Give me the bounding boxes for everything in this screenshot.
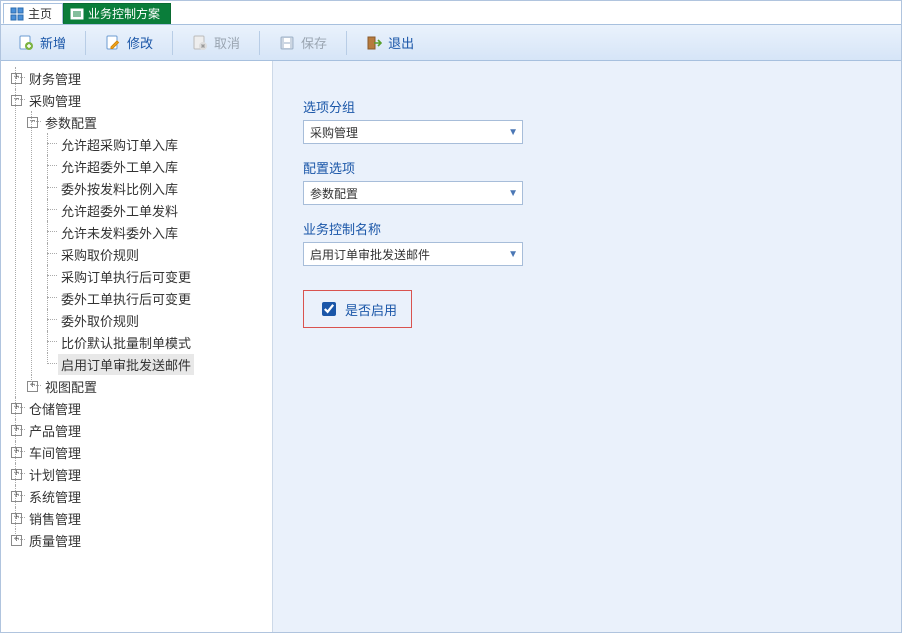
tree-leaf[interactable]: 比价默认批量制单模式 <box>43 331 272 353</box>
tab-active-label: 业务控制方案 <box>88 5 160 22</box>
option-label: 配置选项 <box>303 158 871 177</box>
tree-leaf[interactable]: 委外按发料比例入库 <box>43 177 272 199</box>
add-icon <box>18 35 34 51</box>
tree-node-purchase[interactable]: −采购管理 <box>11 89 272 111</box>
option-value: 参数配置 <box>310 185 358 202</box>
expand-icon[interactable]: + <box>11 469 22 480</box>
chevron-down-icon: ▼ <box>508 127 518 138</box>
edit-label: 修改 <box>127 33 153 52</box>
tab-home-label: 主页 <box>28 5 52 22</box>
chevron-down-icon: ▼ <box>508 249 518 260</box>
expand-icon[interactable]: + <box>11 491 22 502</box>
collapse-icon[interactable]: − <box>11 95 22 106</box>
save-button[interactable]: 保存 <box>268 28 338 57</box>
tab-strip: 主页 业务控制方案 <box>1 1 901 25</box>
toolbar-separator <box>85 31 86 55</box>
expand-icon[interactable]: + <box>27 381 38 392</box>
tree-node-product[interactable]: +产品管理 <box>11 419 272 441</box>
main-area: +财务管理 −采购管理 −参数配置 允许超采购订单入库 允许超委外工单入库 委外… <box>1 61 901 632</box>
tree-leaf[interactable]: 采购取价规则 <box>43 243 272 265</box>
cancel-label: 取消 <box>214 33 240 52</box>
content-pane: 选项分组 采购管理 ▼ 配置选项 参数配置 ▼ 业务控制名称 启用订单审批发送邮… <box>273 61 901 632</box>
expand-icon[interactable]: + <box>11 447 22 458</box>
toolbar: 新增 修改 取消 保存 退出 <box>1 25 901 61</box>
tree-node-plan[interactable]: +计划管理 <box>11 463 272 485</box>
tree-leaf-selected[interactable]: 启用订单审批发送邮件 <box>43 353 272 375</box>
tree-leaf[interactable]: 允许超采购订单入库 <box>43 133 272 155</box>
toolbar-separator <box>346 31 347 55</box>
name-value: 启用订单审批发送邮件 <box>310 246 430 263</box>
group-combo[interactable]: 采购管理 ▼ <box>303 120 523 144</box>
chevron-down-icon: ▼ <box>508 188 518 199</box>
tree-node-param-config[interactable]: −参数配置 <box>27 111 272 133</box>
tree-leaf[interactable]: 采购订单执行后可变更 <box>43 265 272 287</box>
tree-leaf[interactable]: 允许超委外工单入库 <box>43 155 272 177</box>
tree-leaf[interactable]: 委外取价规则 <box>43 309 272 331</box>
edit-icon <box>105 35 121 51</box>
expand-icon[interactable]: + <box>11 73 22 84</box>
tree-leaf[interactable]: 允许未发料委外入库 <box>43 221 272 243</box>
toolbar-separator <box>259 31 260 55</box>
enabled-checkbox[interactable] <box>322 302 336 316</box>
expand-icon[interactable]: + <box>11 403 22 414</box>
expand-icon[interactable]: + <box>11 425 22 436</box>
collapse-icon[interactable]: − <box>27 117 38 128</box>
toolbar-separator <box>172 31 173 55</box>
edit-button[interactable]: 修改 <box>94 28 164 57</box>
module-icon <box>10 7 24 21</box>
cancel-icon <box>192 35 208 51</box>
tree-node-view-config[interactable]: +视图配置 <box>27 375 272 397</box>
tab-home[interactable]: 主页 <box>3 3 63 24</box>
tree-node-warehouse[interactable]: +仓储管理 <box>11 397 272 419</box>
tree-node-finance[interactable]: +财务管理 <box>11 67 272 89</box>
save-label: 保存 <box>301 33 327 52</box>
tree-node-workshop[interactable]: +车间管理 <box>11 441 272 463</box>
group-value: 采购管理 <box>310 124 358 141</box>
tree-pane[interactable]: +财务管理 −采购管理 −参数配置 允许超采购订单入库 允许超委外工单入库 委外… <box>1 61 273 632</box>
save-icon <box>279 35 295 51</box>
exit-button[interactable]: 退出 <box>355 28 425 57</box>
tree-leaf[interactable]: 允许超委外工单发料 <box>43 199 272 221</box>
option-combo[interactable]: 参数配置 ▼ <box>303 181 523 205</box>
add-label: 新增 <box>40 33 66 52</box>
tree-leaf[interactable]: 委外工单执行后可变更 <box>43 287 272 309</box>
expand-icon[interactable]: + <box>11 513 22 524</box>
exit-label: 退出 <box>388 33 414 52</box>
enabled-checkbox-group: 是否启用 <box>303 290 412 328</box>
cancel-button[interactable]: 取消 <box>181 28 251 57</box>
expand-icon[interactable]: + <box>11 535 22 546</box>
enabled-label: 是否启用 <box>345 300 397 319</box>
form-icon <box>70 7 84 21</box>
name-label: 业务控制名称 <box>303 219 871 238</box>
name-combo[interactable]: 启用订单审批发送邮件 ▼ <box>303 242 523 266</box>
add-button[interactable]: 新增 <box>7 28 77 57</box>
tree-node-sales[interactable]: +销售管理 <box>11 507 272 529</box>
group-label: 选项分组 <box>303 97 871 116</box>
tree-node-quality[interactable]: +质量管理 <box>11 529 272 551</box>
tab-business-control[interactable]: 业务控制方案 <box>63 3 171 24</box>
exit-icon <box>366 35 382 51</box>
tree-node-system[interactable]: +系统管理 <box>11 485 272 507</box>
